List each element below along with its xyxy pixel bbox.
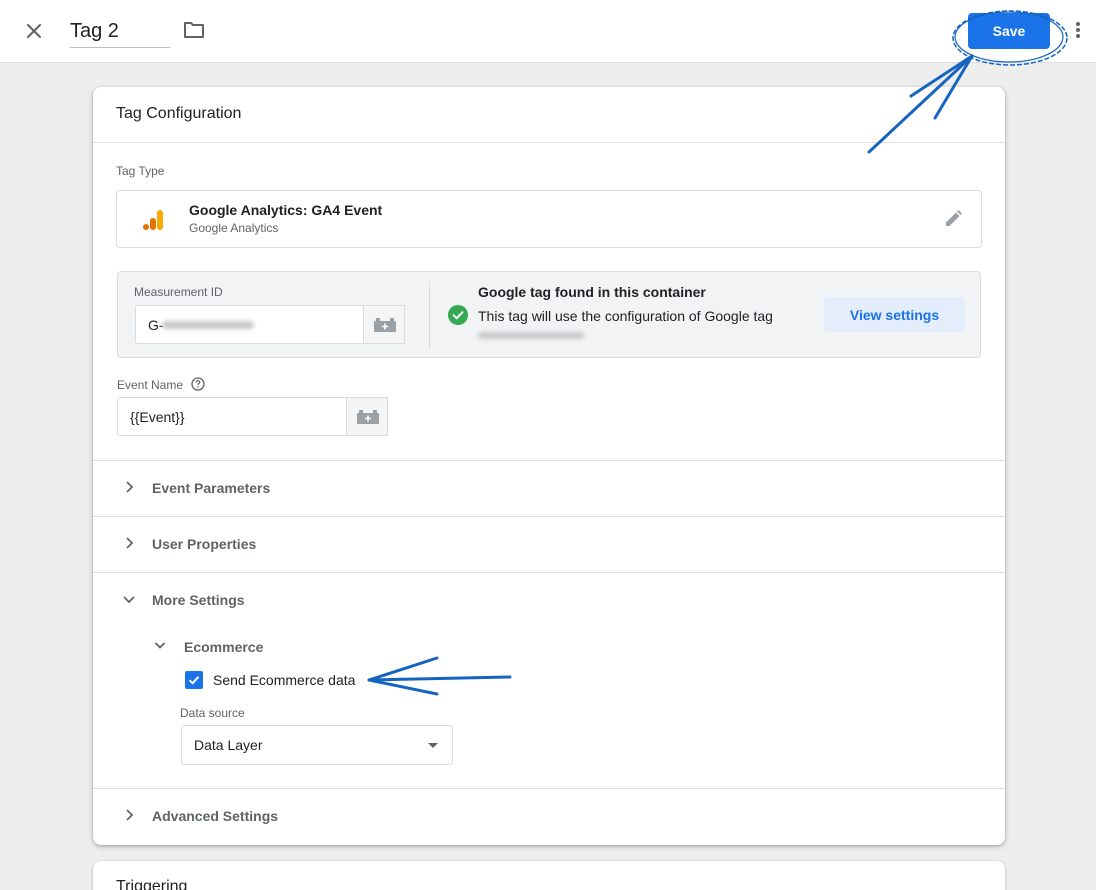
close-icon[interactable] [22, 19, 46, 43]
google-tag-found-description: This tag will use the configuration of G… [478, 308, 773, 324]
divider [429, 282, 430, 349]
section-label: Event Parameters [152, 480, 271, 496]
tag-name-input[interactable]: Tag 2 [70, 16, 170, 48]
section-label: More Settings [152, 592, 245, 608]
checkmark-icon [188, 676, 200, 685]
send-ecommerce-checkbox[interactable] [185, 671, 203, 689]
triggering-title: Triggering [116, 878, 188, 890]
send-ecommerce-label[interactable]: Send Ecommerce data [213, 672, 355, 688]
tag-configuration-card: Tag Configuration Tag Type Google Analyt… [93, 87, 1005, 845]
chevron-down-icon[interactable] [153, 638, 167, 652]
top-bar: Tag 2 Save [0, 0, 1096, 63]
card-title: Tag Configuration [116, 105, 242, 122]
section-advanced-settings[interactable]: Advanced Settings [93, 788, 1005, 844]
more-options-icon[interactable] [1072, 20, 1084, 42]
redacted-value [478, 332, 584, 339]
google-tag-found-title: Google tag found in this container [478, 284, 706, 300]
tag-type-selector[interactable]: Google Analytics: GA4 Event Google Analy… [116, 190, 982, 248]
chevron-right-icon [121, 535, 137, 551]
event-name-input[interactable]: {{Event}} [117, 397, 347, 436]
help-icon[interactable] [191, 377, 205, 391]
section-user-properties[interactable]: User Properties [93, 516, 1005, 572]
dropdown-arrow-icon [428, 743, 438, 748]
variable-icon [374, 318, 396, 332]
event-name-value: {{Event}} [130, 409, 185, 425]
chevron-right-icon [121, 479, 137, 495]
measurement-id-label: Measurement ID [134, 285, 223, 299]
variable-picker-button[interactable] [346, 397, 388, 436]
tag-type-subtitle: Google Analytics [189, 221, 279, 235]
chevron-right-icon [121, 807, 137, 823]
variable-icon [357, 410, 379, 424]
divider [93, 142, 1005, 143]
redacted-value [162, 321, 254, 329]
measurement-panel: Measurement ID G- Google tag found in th… [117, 271, 981, 358]
measurement-id-input[interactable]: G- [135, 305, 364, 344]
tag-type-label: Tag Type [116, 164, 165, 178]
data-source-select[interactable]: Data Layer [181, 725, 453, 765]
pencil-icon[interactable] [942, 208, 964, 230]
section-label: Advanced Settings [152, 808, 279, 824]
ecommerce-label[interactable]: Ecommerce [184, 639, 263, 655]
tag-type-name: Google Analytics: GA4 Event [189, 202, 383, 218]
chevron-down-icon [121, 591, 137, 607]
google-analytics-logo-icon [143, 208, 165, 232]
event-name-label: Event Name [117, 378, 184, 392]
data-source-value: Data Layer [194, 737, 263, 753]
data-source-label: Data source [180, 706, 245, 720]
save-button[interactable]: Save [968, 13, 1050, 49]
triggering-card[interactable]: Triggering [93, 861, 1005, 890]
folder-icon[interactable] [183, 20, 207, 42]
section-more-settings[interactable]: More Settings [93, 572, 1005, 628]
check-circle-icon [448, 305, 468, 325]
section-event-parameters[interactable]: Event Parameters [93, 460, 1005, 516]
variable-picker-button[interactable] [363, 305, 405, 344]
view-settings-button[interactable]: View settings [824, 297, 965, 332]
section-label: User Properties [152, 536, 257, 552]
